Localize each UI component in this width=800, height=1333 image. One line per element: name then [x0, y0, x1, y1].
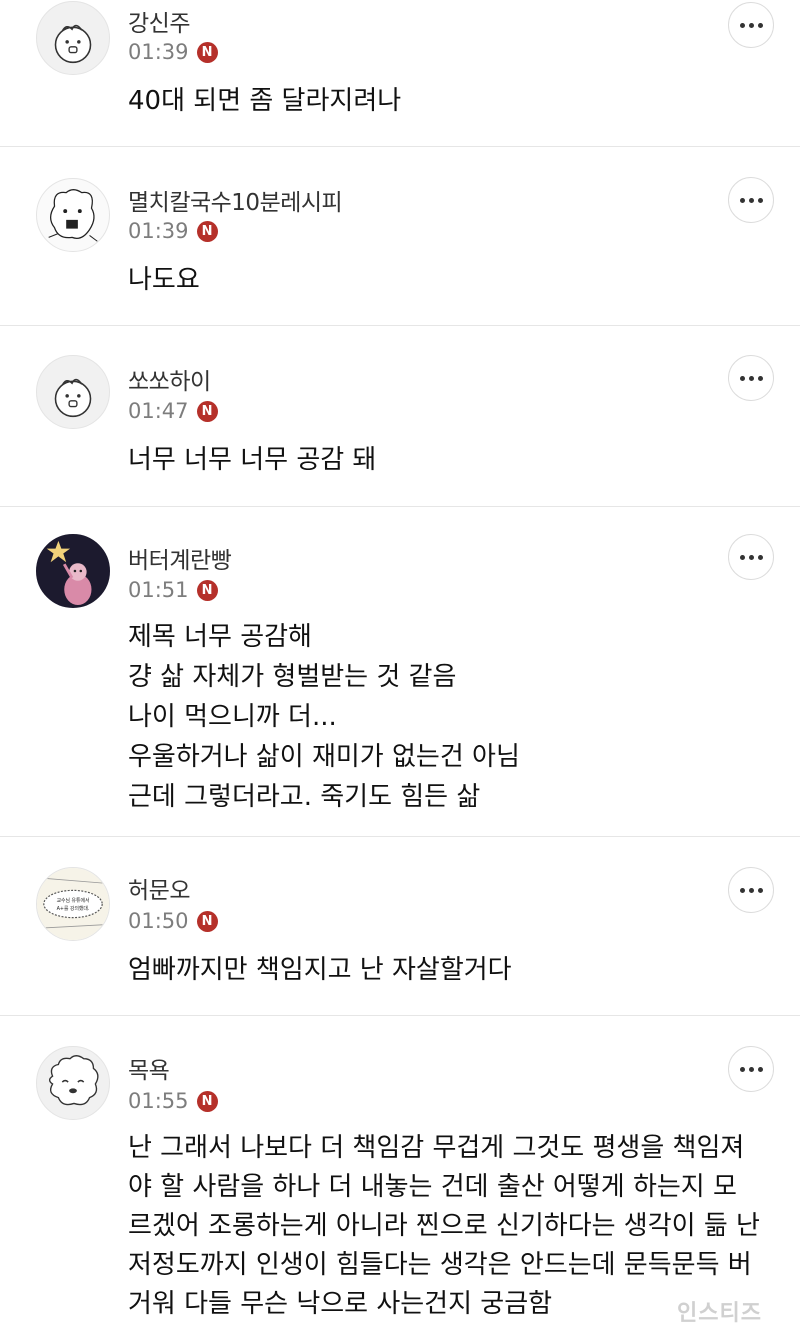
avatar[interactable]	[36, 534, 110, 608]
new-badge-icon: N	[196, 579, 218, 601]
nickname[interactable]: 허문오	[128, 871, 190, 905]
sketch-dog-avatar-icon	[48, 189, 98, 242]
nickname[interactable]: 목욕	[128, 1051, 170, 1085]
fluffy-face-avatar-icon	[48, 1055, 99, 1106]
comment-meta: 01:47 N	[128, 399, 218, 423]
manga-text-line: 교수님 유튜에서	[57, 897, 90, 904]
new-badge-icon: N	[196, 910, 218, 932]
avatar[interactable]: 교수님 유튜에서 A+를 강의했대.	[36, 867, 110, 941]
more-options-button[interactable]	[728, 355, 774, 401]
comment-time: 01:47	[128, 399, 189, 423]
more-dots-icon	[739, 887, 745, 893]
comment-item: 강신주 01:39 N 40대 되면 좀 달라지려나	[0, 0, 800, 147]
comment-time: 01:50	[128, 909, 189, 933]
comment-text: 나도요	[128, 265, 200, 295]
star-character-avatar-icon	[37, 535, 109, 607]
watermark: 인스티즈	[677, 1301, 762, 1326]
nickname[interactable]: 쏘쏘하이	[128, 362, 211, 396]
more-dots-icon	[739, 1066, 745, 1072]
more-dots-icon	[739, 554, 745, 560]
comment-item: 목욕 01:55 N 난 그래서 나보다 더 책임감 무겁게 그것도 평생을 책…	[0, 1016, 800, 1333]
more-options-button[interactable]	[728, 534, 774, 580]
default-face-avatar-icon	[54, 378, 92, 418]
comment-item: 버터계란빵 01:51 N 제목 너무 공감해 걍 삶 자체가 형벌받는 것 같…	[0, 507, 800, 837]
nickname[interactable]: 버터계란빵	[128, 541, 232, 575]
new-badge-icon: N	[196, 400, 218, 422]
more-dots-icon	[739, 197, 745, 203]
comment-text: 엄빠까지만 책임지고 난 자살할거다	[128, 955, 512, 985]
comment-meta: 01:50 N	[128, 909, 218, 933]
comment-time: 01:51	[128, 578, 189, 602]
comment-item: 멸치칼국수10분레시피 01:39 N 나도요	[0, 147, 800, 326]
comment-text: 40대 되면 좀 달라지려나	[128, 86, 402, 116]
comment-text: 너무 너무 너무 공감 돼	[128, 445, 377, 475]
new-badge-icon: N	[196, 220, 218, 242]
comment-text: 제목 너무 공감해 걍 삶 자체가 형벌받는 것 같음 나이 먹으니까 더...…	[128, 622, 520, 812]
more-dots-icon	[739, 22, 745, 28]
comment-time: 01:55	[128, 1089, 189, 1113]
new-badge-icon: N	[196, 1090, 218, 1112]
avatar[interactable]	[36, 355, 110, 429]
nickname[interactable]: 강신주	[128, 4, 190, 38]
nickname[interactable]: 멸치칼국수10분레시피	[128, 183, 343, 217]
avatar[interactable]	[36, 1046, 110, 1120]
comment-item: 쏘쏘하이 01:47 N 너무 너무 너무 공감 돼	[0, 326, 800, 507]
more-options-button[interactable]	[728, 177, 774, 223]
default-face-avatar-icon	[54, 24, 92, 64]
comment-meta: 01:39 N	[128, 40, 218, 64]
more-dots-icon	[739, 375, 745, 381]
comment-item: 교수님 유튜에서 A+를 강의했대. 허문오 01:50 N 엄빠까지만 책임지…	[0, 837, 800, 1016]
new-badge-icon: N	[196, 41, 218, 63]
comment-time: 01:39	[128, 40, 189, 64]
comment-time: 01:39	[128, 219, 189, 243]
more-options-button[interactable]	[728, 1046, 774, 1092]
comment-text: 난 그래서 나보다 더 책임감 무겁게 그것도 평생을 책임져야 할 사람을 하…	[128, 1133, 769, 1319]
comment-meta: 01:39 N	[128, 219, 218, 243]
comment-meta: 01:51 N	[128, 578, 218, 602]
avatar[interactable]	[36, 178, 110, 252]
comment-meta: 01:55 N	[128, 1089, 218, 1113]
manga-text-line: A+를 강의했대.	[57, 905, 90, 912]
avatar[interactable]	[36, 1, 110, 75]
more-options-button[interactable]	[728, 2, 774, 48]
manga-panel-avatar-icon: 교수님 유튜에서 A+를 강의했대.	[37, 868, 109, 940]
more-options-button[interactable]	[728, 867, 774, 913]
